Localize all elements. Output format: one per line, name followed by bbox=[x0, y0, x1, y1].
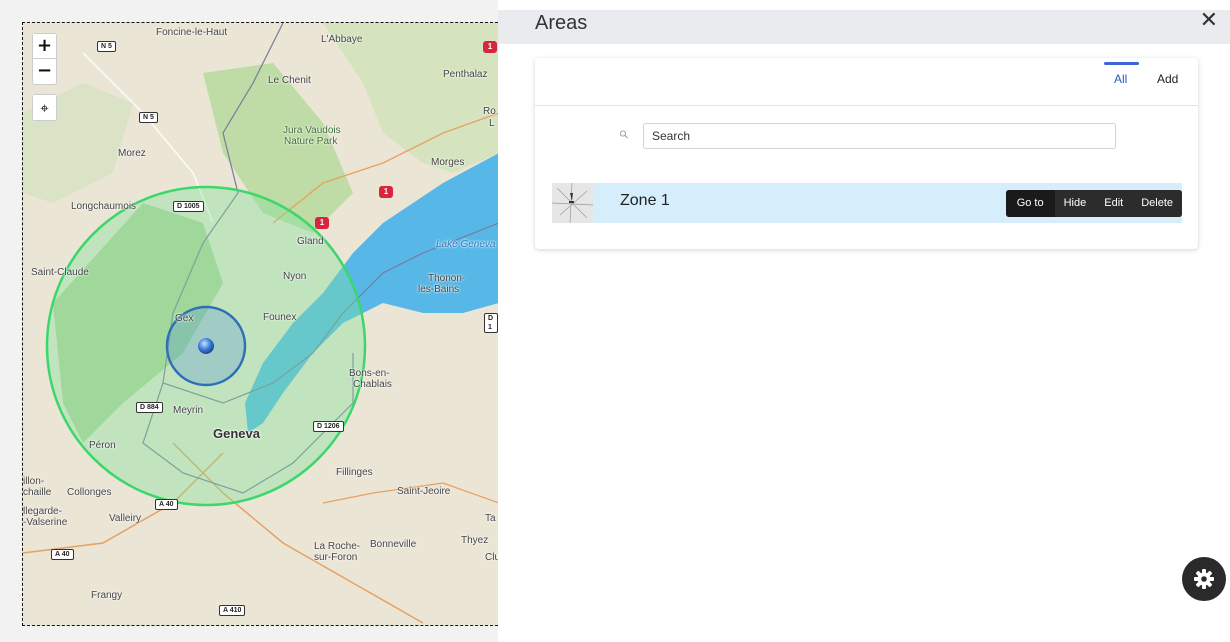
page-title: Areas bbox=[535, 12, 588, 34]
map-label: Chablais bbox=[353, 379, 392, 390]
map-label: llegarde- bbox=[23, 506, 62, 517]
map-label: Penthalaz bbox=[443, 69, 488, 80]
map-label: Saint-Jeoire bbox=[397, 486, 451, 497]
map-label: Meyrin bbox=[173, 405, 204, 416]
map-label: L bbox=[489, 118, 495, 129]
road-shield: D 1 bbox=[484, 313, 498, 333]
road-shield: A 40 bbox=[155, 499, 178, 510]
close-icon[interactable]: ✕ bbox=[1200, 8, 1218, 33]
road-shield: D 1206 bbox=[313, 421, 344, 432]
map-label: L'Abbaye bbox=[321, 34, 363, 45]
map-label: chaille bbox=[23, 487, 52, 498]
map-label: sur-Foron bbox=[314, 552, 358, 563]
map-label: La Roche- bbox=[314, 541, 361, 552]
zoom-control: + − bbox=[32, 33, 57, 85]
edit-button[interactable]: Edit bbox=[1095, 190, 1133, 217]
map-label: Collonges bbox=[67, 487, 112, 498]
map-label: Frangy bbox=[91, 590, 123, 601]
map-terrain bbox=[23, 23, 498, 625]
gear-icon bbox=[1194, 569, 1214, 589]
road-shield: D 1005 bbox=[173, 201, 204, 212]
map-label: Thyez bbox=[461, 535, 489, 546]
map-label: Thonon- bbox=[428, 273, 466, 284]
locate-control: ⌖ bbox=[32, 94, 57, 121]
goto-button[interactable]: Go to bbox=[1005, 190, 1055, 217]
map-label: -Valserine bbox=[23, 517, 68, 528]
map-label: Nature Park bbox=[284, 136, 338, 147]
search-icon: ⚲ bbox=[616, 127, 632, 142]
map-label: Le Chenit bbox=[268, 75, 311, 86]
road-shield: N 5 bbox=[97, 41, 116, 52]
road-shield: N 5 bbox=[139, 112, 158, 123]
zone-thumbnail bbox=[552, 183, 593, 223]
zoom-out-button[interactable]: − bbox=[33, 59, 56, 83]
tab-bar: All Add bbox=[535, 58, 1198, 106]
map-label: Clu bbox=[485, 552, 498, 563]
zoom-in-button[interactable]: + bbox=[33, 34, 56, 58]
map-label: Gex bbox=[175, 313, 194, 324]
tab-all[interactable]: All bbox=[1114, 72, 1127, 86]
map-label: Ta bbox=[485, 513, 496, 524]
map-label: Lake Geneva bbox=[436, 239, 496, 250]
zone-name: Zone 1 bbox=[620, 192, 670, 209]
active-tab-indicator bbox=[1104, 62, 1139, 65]
map-label: Jura Vaudois bbox=[283, 125, 341, 136]
map-label: Founex bbox=[263, 312, 297, 323]
map-label: Longchaumois bbox=[71, 201, 137, 212]
map-label: Péron bbox=[89, 440, 116, 451]
road-shield: D 884 bbox=[136, 402, 163, 413]
map-label: illon- bbox=[23, 476, 45, 487]
map-label: Nyon bbox=[283, 271, 307, 282]
list-item[interactable]: Zone 1 Go to Hide Edit Delete bbox=[552, 183, 1182, 223]
locate-icon[interactable]: ⌖ bbox=[33, 95, 56, 120]
map-label: Bonneville bbox=[370, 539, 417, 550]
map-label: Bons-en- bbox=[349, 368, 390, 379]
map-label: Ro bbox=[483, 106, 496, 117]
map-label: Morez bbox=[118, 148, 146, 159]
areas-card: All Add ⚲ Zone 1 Go to Hide bbox=[535, 58, 1198, 249]
road-shield: 1 bbox=[483, 41, 497, 53]
delete-button[interactable]: Delete bbox=[1132, 190, 1182, 217]
map-label: Saint-Claude bbox=[31, 267, 89, 278]
map-canvas[interactable]: Foncine-le-Haut L'Abbaye Penthalaz Le Ch… bbox=[22, 22, 498, 626]
hide-button[interactable]: Hide bbox=[1054, 190, 1096, 217]
map-label: Gland bbox=[297, 236, 324, 247]
map-label: les-Bains bbox=[418, 284, 460, 295]
road-shield: 1 bbox=[379, 186, 393, 198]
map-label: Geneva bbox=[213, 426, 260, 441]
settings-button[interactable] bbox=[1182, 557, 1226, 601]
areas-panel: Areas ✕ All Add ⚲ Zone bbox=[498, 0, 1230, 642]
road-shield: A 40 bbox=[51, 549, 74, 560]
map-label: Foncine-le-Haut bbox=[156, 27, 228, 38]
zone-actions: Go to Hide Edit Delete bbox=[1005, 190, 1182, 217]
road-shield: 1 bbox=[315, 217, 329, 229]
search-input[interactable] bbox=[643, 123, 1116, 149]
app-root: Foncine-le-Haut L'Abbaye Penthalaz Le Ch… bbox=[0, 0, 1230, 642]
map-panel: Foncine-le-Haut L'Abbaye Penthalaz Le Ch… bbox=[0, 0, 498, 642]
map-label: Morges bbox=[431, 157, 465, 168]
map-label: Fillinges bbox=[336, 467, 373, 478]
road-shield: A 410 bbox=[219, 605, 246, 616]
map-label: Valleiry bbox=[109, 513, 142, 524]
panel-header: Areas ✕ bbox=[498, 8, 1230, 44]
tab-add[interactable]: Add bbox=[1157, 72, 1178, 86]
